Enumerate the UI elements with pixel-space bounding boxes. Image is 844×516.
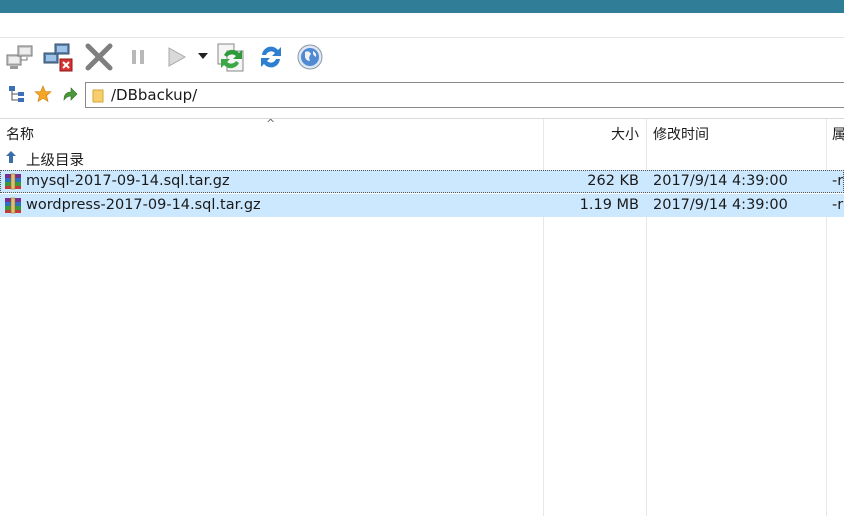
play-dropdown-arrow[interactable] <box>198 53 208 59</box>
file-size: 1.19 MB <box>579 197 639 213</box>
column-header-name[interactable]: 名称 <box>6 124 34 144</box>
archive-icon <box>5 173 21 190</box>
window-title-band <box>0 0 844 13</box>
parent-directory-icon <box>6 151 16 163</box>
disconnect-button[interactable] <box>42 40 74 74</box>
file-modified: 2017/9/14 4:39:00 <box>653 197 788 213</box>
disconnect-icon <box>43 43 73 72</box>
up-arrow-icon <box>63 87 78 101</box>
go-up-button[interactable] <box>58 83 80 105</box>
tree-icon <box>9 86 24 102</box>
toolbar <box>0 37 844 78</box>
archive-icon <box>5 197 21 214</box>
column-header: ^ 名称 大小 修改时间 属 <box>0 117 844 145</box>
sync-icon <box>217 43 244 72</box>
folder-icon <box>92 89 104 103</box>
path-text: /DBbackup/ <box>111 86 198 104</box>
table-row[interactable]: wordpress-2017-09-14.sql.tar.gz 1.19 MB … <box>0 194 844 217</box>
file-modified: 2017/9/14 4:39:00 <box>653 173 788 189</box>
file-attributes: -r <box>832 197 844 213</box>
cancel-button[interactable] <box>83 40 115 74</box>
file-list: ^ 名称 大小 修改时间 属 上级目录 mysql-2017-09-14.sql… <box>0 117 844 516</box>
file-name: wordpress-2017-09-14.sql.tar.gz <box>26 197 261 213</box>
file-size: 262 KB <box>587 173 639 189</box>
column-header-size[interactable]: 大小 <box>611 124 639 144</box>
globe-icon <box>297 44 323 70</box>
column-header-attributes[interactable]: 属 <box>832 124 844 144</box>
globe-button[interactable] <box>294 40 326 74</box>
connect-button[interactable] <box>4 40 36 74</box>
connect-icon <box>6 45 33 69</box>
file-attributes: -r <box>832 173 844 189</box>
address-bar-row: /DBbackup/ <box>0 80 844 110</box>
file-name: mysql-2017-09-14.sql.tar.gz <box>26 173 230 189</box>
path-input[interactable]: /DBbackup/ <box>85 82 844 108</box>
file-name: 上级目录 <box>26 153 84 169</box>
sync-button[interactable] <box>215 40 247 74</box>
tree-view-button[interactable] <box>6 83 28 105</box>
table-row-parent-dir[interactable]: 上级目录 <box>0 146 844 169</box>
pause-button[interactable] <box>122 40 154 74</box>
refresh-button[interactable] <box>255 40 287 74</box>
play-icon <box>168 47 187 67</box>
cancel-icon <box>85 43 113 71</box>
sort-ascending-icon: ^ <box>266 117 276 130</box>
column-header-modified[interactable]: 修改时间 <box>653 124 709 144</box>
pause-icon <box>132 50 144 64</box>
play-button[interactable] <box>160 40 192 74</box>
refresh-icon <box>261 46 281 68</box>
star-icon <box>34 85 52 103</box>
table-row[interactable]: mysql-2017-09-14.sql.tar.gz 262 KB 2017/… <box>0 170 844 193</box>
favorites-button[interactable] <box>32 83 54 105</box>
